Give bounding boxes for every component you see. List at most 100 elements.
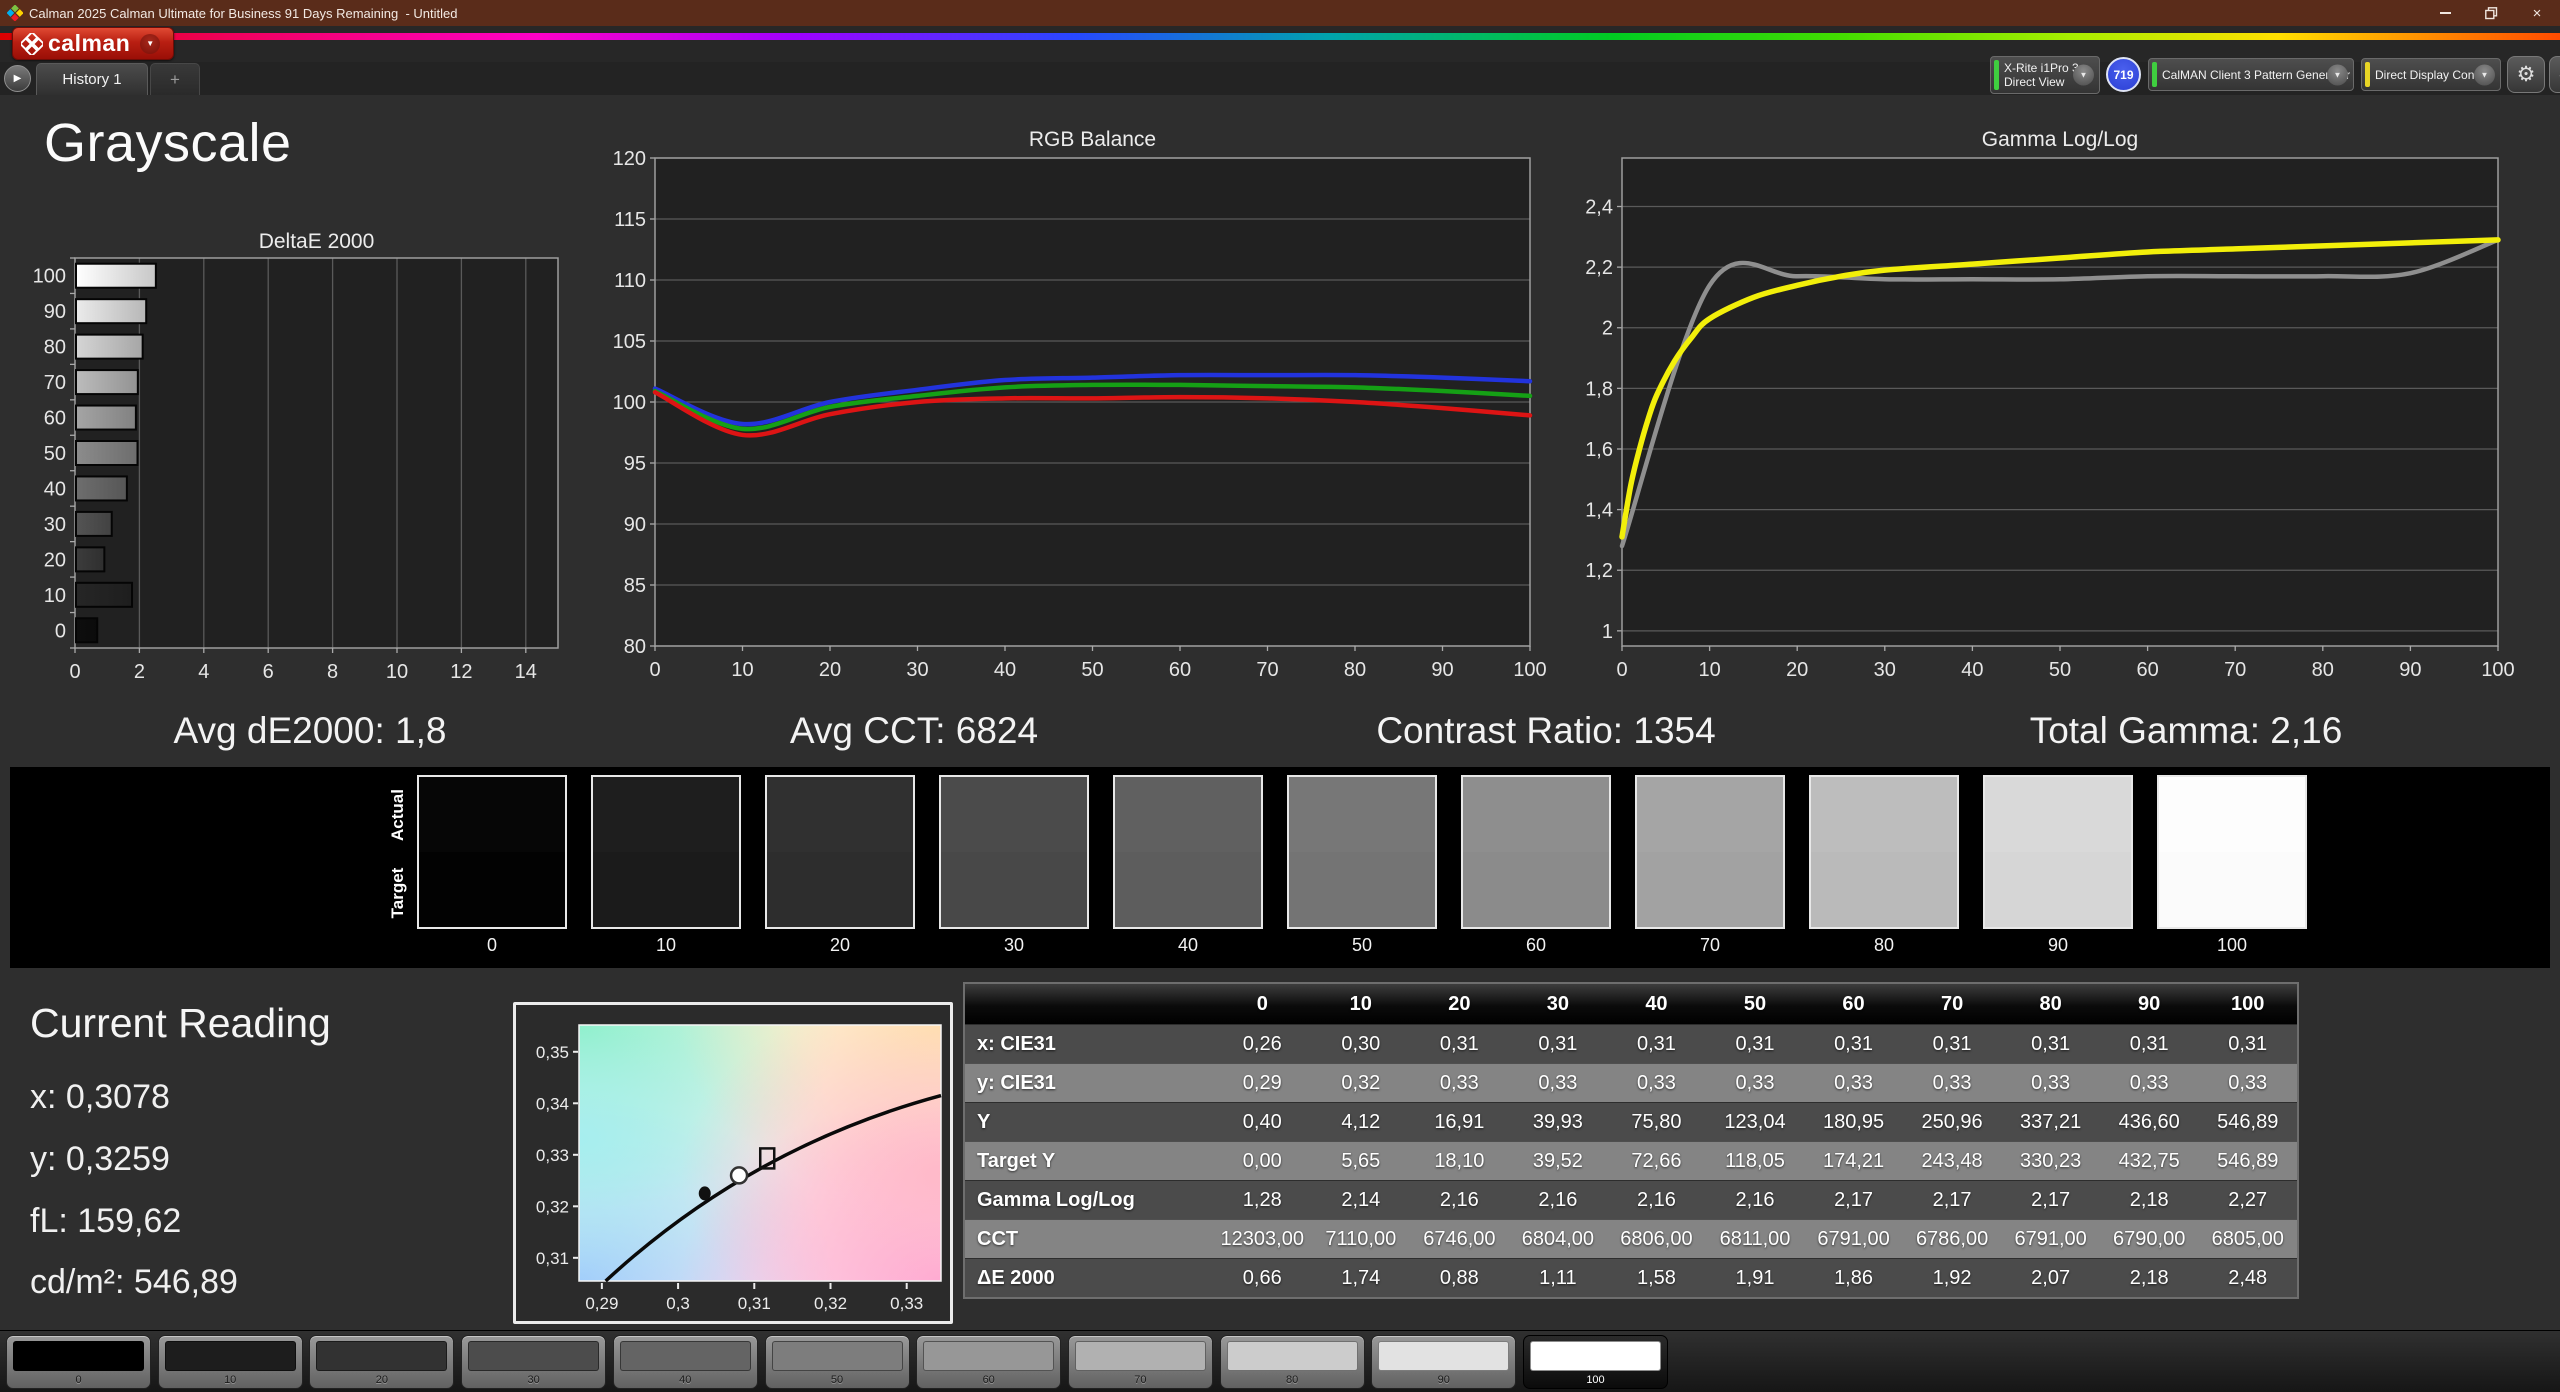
y-tick-label: 90 (624, 514, 646, 536)
tab-history-1[interactable]: History 1 (36, 63, 148, 95)
app-menu-button[interactable]: calman ▼ (12, 27, 174, 60)
actual-swatch (1637, 777, 1783, 852)
collapse-panel-button[interactable]: ◀ (2549, 56, 2560, 93)
pattern-patch-50[interactable]: 50 (764, 1335, 910, 1389)
target-swatch (1985, 852, 2131, 927)
current-point-circle (729, 1166, 749, 1185)
bar (75, 298, 148, 325)
meter-dropdown[interactable]: X-Rite i1Pro 3 Direct View ▼ (1990, 56, 2100, 94)
pattern-patch-70[interactable]: 70 (1067, 1335, 1213, 1389)
x-tick-label: 12 (450, 661, 472, 683)
target-swatch (1115, 852, 1261, 927)
pattern-patch-30[interactable]: 30 (461, 1335, 607, 1389)
patch-label: 40 (679, 1374, 692, 1386)
table-value-cell: 0,33 (2129, 1071, 2169, 1094)
y-tick-label: 50 (44, 443, 66, 465)
table-row: y: CIE31 0,29 0,32 0,33 0,33 0,33 0,33 0,33 0,33… (965, 1063, 2297, 1102)
y-tick-label: 70 (44, 372, 66, 394)
x-tick-label: 40 (994, 659, 1016, 681)
x-tick-label: 0,29 (585, 1294, 618, 1313)
y-tick-label: 95 (624, 453, 646, 475)
y-tick-label: 0,31 (536, 1249, 569, 1268)
table-value-cell: 174,21 (1822, 1149, 1885, 1172)
x-tick-label: 100 (2481, 659, 2514, 681)
target-swatch (1637, 852, 1783, 927)
pattern-patch-40[interactable]: 40 (612, 1335, 758, 1389)
table-value-cell: 432,75 (2118, 1149, 2180, 1172)
table-value-cell: 72,66 (1631, 1149, 1682, 1172)
cie-chromaticity-chart: 0,31 0,32 0,33 0,34 0,35 0,29 0,3 0,31 0,32 0,33 (536, 1024, 942, 1313)
table-column-header: 90 (2138, 992, 2161, 1015)
table-value-cell: 2,16 (1538, 1188, 1578, 1211)
grayscale-swatch-100 (2157, 775, 2307, 929)
swatch-level-label: 60 (1525, 935, 1547, 955)
y-tick-label: 2 (1602, 318, 1613, 340)
table-value-cell: 0,88 (1439, 1266, 1479, 1289)
grayscale-swatch-90 (1983, 775, 2133, 929)
x-tick-label: 80 (2312, 659, 2334, 681)
table-value-cell: 0,33 (1932, 1071, 1972, 1094)
pattern-patch-90[interactable]: 90 (1371, 1335, 1517, 1389)
pattern-patch-10[interactable]: 10 (157, 1335, 303, 1389)
close-button[interactable]: × (2514, 0, 2560, 26)
add-tab-button[interactable]: + (150, 63, 200, 95)
pattern-patch-0[interactable]: 0 (6, 1335, 151, 1389)
pattern-patch-100[interactable]: 100 (1523, 1335, 1668, 1389)
x-tick-label: 10 (1698, 659, 1720, 681)
table-column-header: 40 (1645, 992, 1668, 1015)
display-control-dropdown[interactable]: Direct Display Control ▼ (2361, 58, 2501, 91)
restore-button[interactable] (2468, 0, 2514, 26)
x-tick-label: 0 (69, 661, 80, 683)
x-tick-label: 8 (327, 661, 338, 683)
table-value-cell: 0,31 (2129, 1032, 2169, 1055)
swatch-level-label: 30 (1003, 935, 1025, 955)
table-value-cell: 0,30 (1341, 1032, 1381, 1055)
y-tick-label: 20 (44, 549, 66, 571)
x-tick-label: 0 (1616, 659, 1627, 681)
pattern-generator-dropdown[interactable]: CalMAN Client 3 Pattern Generator ▼ (2148, 58, 2354, 91)
pattern-bar: 0102030405060708090100 ▲ ■▶[·]∞↻ « Back … (0, 1330, 2560, 1392)
table-value-cell: 1,11 (1539, 1266, 1577, 1289)
reading-fl: fL: 159,62 (30, 1202, 182, 1240)
tab-scroll-button[interactable]: ▶ (4, 65, 31, 92)
x-tick-label: 100 (1513, 659, 1546, 681)
table-value-cell: 6786,00 (1915, 1227, 1989, 1250)
bar (75, 404, 137, 431)
x-tick-label: 50 (2049, 659, 2071, 681)
x-tick-label: 30 (906, 659, 928, 681)
actual-swatch (941, 777, 1087, 852)
stat-total-gamma: Total Gamma: 2,16 (2029, 710, 2343, 751)
table-value-cell: 2,17 (1834, 1188, 1873, 1211)
pattern-status-indicator (2152, 62, 2157, 87)
table-value-cell: 6805,00 (2211, 1227, 2284, 1250)
table-value-cell: 2,17 (1932, 1188, 1972, 1211)
target-swatch (419, 852, 565, 927)
patch-label: 70 (1134, 1374, 1147, 1386)
settings-button[interactable]: ⚙ (2507, 56, 2545, 93)
grayscale-swatch-80 (1809, 775, 1959, 929)
table-value-cell: 2,48 (2228, 1266, 2268, 1289)
swatch-level-label: 100 (2216, 935, 2248, 955)
minimize-button[interactable] (2422, 0, 2468, 26)
grayscale-swatch-40 (1113, 775, 1263, 929)
table-value-cell: 118,05 (1725, 1149, 1785, 1172)
table-value-cell: 0,31 (1735, 1032, 1775, 1055)
patch-label: 0 (75, 1374, 82, 1386)
patch-color (619, 1341, 751, 1371)
y-tick-label: 1 (1602, 621, 1613, 643)
table-value-cell: 0,00 (1242, 1149, 1282, 1172)
pattern-patch-60[interactable]: 60 (916, 1335, 1062, 1389)
pattern-patch-80[interactable]: 80 (1219, 1335, 1365, 1389)
table-value-cell: 330,23 (2020, 1149, 2082, 1172)
table-value-cell: 546,89 (2217, 1110, 2279, 1133)
close-icon: × (2532, 4, 2542, 22)
grayscale-swatch-60 (1461, 775, 1611, 929)
app-menu-label: calman (48, 30, 131, 56)
bar (75, 440, 139, 466)
table-value-cell: 7110,00 (1325, 1227, 1397, 1250)
grayscale-swatch-70 (1635, 775, 1785, 929)
target-swatch (941, 852, 1087, 927)
patch-color (1378, 1341, 1510, 1371)
bar (75, 581, 134, 608)
pattern-patch-20[interactable]: 20 (309, 1335, 455, 1389)
